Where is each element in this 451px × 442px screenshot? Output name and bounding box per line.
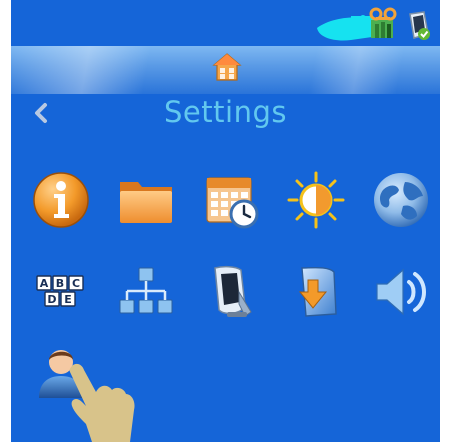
page-title: Settings bbox=[164, 95, 287, 129]
download-update-icon[interactable] bbox=[286, 262, 346, 322]
voicemail-icon bbox=[369, 7, 397, 38]
svg-text:B: B bbox=[56, 277, 64, 290]
svg-text:E: E bbox=[64, 293, 72, 306]
handset-icon[interactable] bbox=[201, 262, 261, 322]
svg-text:C: C bbox=[72, 277, 80, 290]
home-icon[interactable] bbox=[212, 52, 242, 82]
brightness-icon[interactable] bbox=[286, 170, 346, 230]
speaker-icon[interactable] bbox=[371, 262, 431, 322]
device-status-icon bbox=[409, 11, 430, 40]
info-icon[interactable] bbox=[31, 170, 91, 230]
network-icon[interactable] bbox=[116, 262, 176, 322]
folder-icon[interactable] bbox=[116, 170, 176, 230]
status-bar bbox=[11, 0, 440, 46]
abcde-keyboard-icon[interactable]: ABC DE bbox=[31, 262, 91, 322]
user-icon[interactable] bbox=[31, 342, 91, 402]
svg-text:A: A bbox=[40, 277, 49, 290]
svg-text:D: D bbox=[47, 293, 56, 306]
phone-screen: Settings A B C D E bbox=[11, 0, 440, 442]
globe-icon[interactable] bbox=[371, 170, 431, 230]
calendar-clock-icon[interactable] bbox=[201, 170, 261, 230]
